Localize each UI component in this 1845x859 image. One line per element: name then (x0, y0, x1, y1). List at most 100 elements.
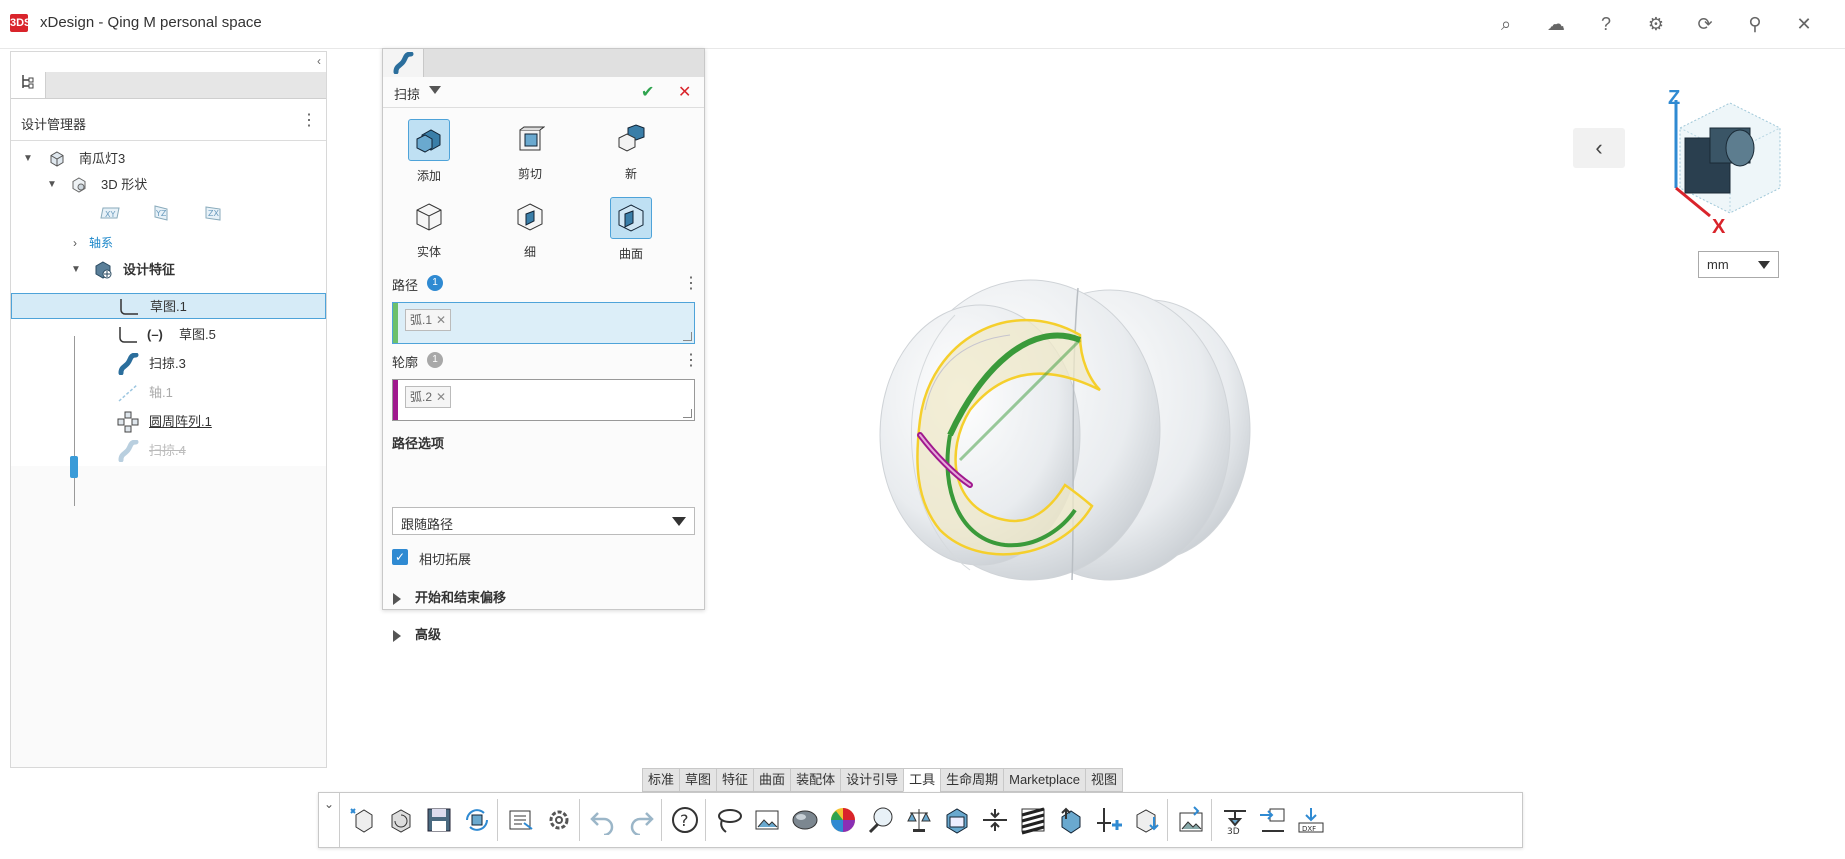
thin-op-button[interactable]: 细 (500, 197, 560, 267)
tab-design-guidance[interactable]: 设计引导 (840, 768, 905, 792)
solid-op-button[interactable]: 实体 (399, 197, 459, 267)
tree-item-sweep-3[interactable]: 扫掠.3 (11, 351, 326, 377)
collapse-panel-icon[interactable]: ‹ (313, 54, 325, 68)
cloud-icon[interactable]: ☁ (1543, 12, 1569, 36)
lasso-icon[interactable] (711, 802, 747, 838)
pumpkin-model[interactable] (860, 260, 1280, 600)
tab-surfaces[interactable]: 曲面 (753, 768, 792, 792)
new-op-button[interactable]: 新 (601, 119, 661, 189)
draft-analysis-icon[interactable] (1053, 802, 1089, 838)
resize-handle-icon[interactable] (683, 332, 692, 341)
mass-properties-icon[interactable] (901, 802, 937, 838)
tree-item-sketch-1[interactable]: 草图.1 (11, 293, 326, 319)
import-icon[interactable] (1129, 802, 1165, 838)
refresh-icon[interactable]: ⟳ (1692, 12, 1718, 36)
save-icon[interactable] (421, 802, 457, 838)
cut-op-button[interactable]: 剪切 (500, 119, 560, 189)
collapse-toolbar-icon[interactable]: ⌄ (319, 793, 340, 847)
open-part-icon[interactable] (383, 802, 419, 838)
properties-icon[interactable] (503, 802, 539, 838)
collapse-triangle-icon[interactable]: ▼ (23, 146, 33, 172)
tangent-propagation-checkbox[interactable]: ✓ (392, 549, 408, 565)
section-view-icon[interactable] (939, 802, 975, 838)
view-cube[interactable]: Z X (1660, 88, 1790, 238)
help-circle-icon[interactable]: ? (667, 802, 703, 838)
tree-item-sweep-4[interactable]: 扫掠.4 (11, 438, 326, 464)
tree-item-3d-shapes[interactable]: ▼ 3D 形状 (11, 172, 326, 198)
render-icon[interactable] (1173, 802, 1209, 838)
tab-sketch[interactable]: 草图 (679, 768, 718, 792)
tree-item-axis-1[interactable]: 轴.1 (11, 380, 326, 406)
tab-features[interactable]: 特征 (716, 768, 755, 792)
new-part-icon[interactable] (345, 802, 381, 838)
appearance-icon[interactable] (787, 802, 823, 838)
path-menu-icon[interactable]: ⋮ (683, 273, 699, 293)
panel-menu-icon[interactable]: ⋮ (301, 110, 317, 132)
start-end-offset-expander[interactable]: 开始和结束偏移 (393, 587, 506, 606)
shapes-icon (72, 177, 86, 193)
remove-chip-icon[interactable]: ✕ (436, 313, 446, 327)
tree-item-sketch-5[interactable]: (–) 草图.5 (11, 322, 326, 348)
add-op-icon (416, 129, 441, 153)
export-icon[interactable] (1255, 802, 1291, 838)
measure-icon[interactable] (863, 802, 899, 838)
tab-marketplace[interactable]: Marketplace (1003, 768, 1086, 792)
tree-item-features[interactable]: ▼ 设计特征 (11, 257, 326, 283)
close-icon[interactable]: ✕ (1791, 12, 1817, 36)
dxf-export-icon[interactable]: DXF (1293, 802, 1329, 838)
path-selection-box[interactable]: 弧.1 ✕ (392, 302, 695, 344)
tree-item-axes[interactable]: › 轴系 (11, 230, 326, 256)
interference-icon[interactable] (977, 802, 1013, 838)
plane-yz-icon[interactable]: YZ (151, 205, 169, 221)
collapse-triangle-icon[interactable]: ▼ (71, 257, 81, 283)
reference-point-icon[interactable] (1091, 802, 1127, 838)
print-3d-icon[interactable]: 3D (1217, 802, 1253, 838)
cut-op-icon (519, 126, 545, 151)
undo-icon[interactable] (585, 802, 621, 838)
tree-item-label: 南瓜灯3 (79, 151, 126, 166)
cancel-button[interactable]: ✕ (678, 82, 691, 102)
tangent-propagation-label: 相切拓展 (419, 552, 472, 567)
search-icon[interactable]: ⌕ (1493, 12, 1519, 36)
rollback-bar[interactable] (70, 456, 78, 478)
sweep-menu-caret-icon[interactable] (429, 86, 441, 94)
add-op-button[interactable]: 添加 (399, 119, 459, 189)
tree-item-circular-pattern[interactable]: 圆周阵列.1 (11, 409, 326, 435)
resize-handle-icon[interactable] (683, 409, 692, 418)
remove-chip-icon[interactable]: ✕ (436, 390, 446, 404)
path-option-select[interactable]: 跟随路径 (392, 507, 695, 535)
tab-standard[interactable]: 标准 (642, 768, 681, 792)
plane-zx-icon[interactable]: ZX (204, 205, 222, 221)
pin-icon[interactable]: ⚲ (1742, 12, 1768, 36)
advanced-expander[interactable]: 高级 (393, 624, 441, 643)
help-icon[interactable]: ? (1593, 12, 1619, 36)
tab-lifecycle[interactable]: 生命周期 (940, 768, 1005, 792)
redo-icon[interactable] (623, 802, 659, 838)
tree-tab-icon[interactable] (11, 72, 46, 98)
rebuild-icon[interactable] (459, 802, 495, 838)
collapse-triangle-icon[interactable]: ▼ (47, 172, 57, 198)
tab-tools[interactable]: 工具 (903, 768, 942, 792)
tree-item-label: 轴.1 (149, 385, 173, 400)
gear-icon[interactable]: ⚙ (1643, 12, 1669, 36)
profile-selection-box[interactable]: 弧.2 ✕ (392, 379, 695, 421)
back-chevron-button[interactable]: ‹ (1573, 128, 1625, 168)
tab-view[interactable]: 视图 (1084, 768, 1123, 792)
tree-item-label: 扫掠.3 (149, 356, 186, 371)
path-options-label: 路径选项 (392, 436, 445, 451)
color-wheel-icon[interactable] (825, 802, 861, 838)
expand-chevron-icon[interactable]: › (73, 230, 77, 256)
svg-text:DXF: DXF (1302, 825, 1316, 833)
svg-text:?: ? (680, 811, 689, 830)
units-select[interactable]: mm (1698, 251, 1779, 278)
plane-xy-icon[interactable]: XY (99, 205, 121, 221)
profile-menu-icon[interactable]: ⋮ (683, 350, 699, 370)
ok-button[interactable]: ✔ (641, 82, 654, 102)
sweep-tab-icon[interactable] (383, 49, 424, 77)
surface-op-button[interactable]: 曲面 (601, 197, 661, 267)
settings-icon[interactable] (541, 802, 577, 838)
zebra-stripes-icon[interactable] (1015, 802, 1051, 838)
image-icon[interactable] (749, 802, 785, 838)
tree-item-root[interactable]: ▼ 南瓜灯3 (11, 146, 326, 172)
tab-assembly[interactable]: 装配体 (790, 768, 842, 792)
